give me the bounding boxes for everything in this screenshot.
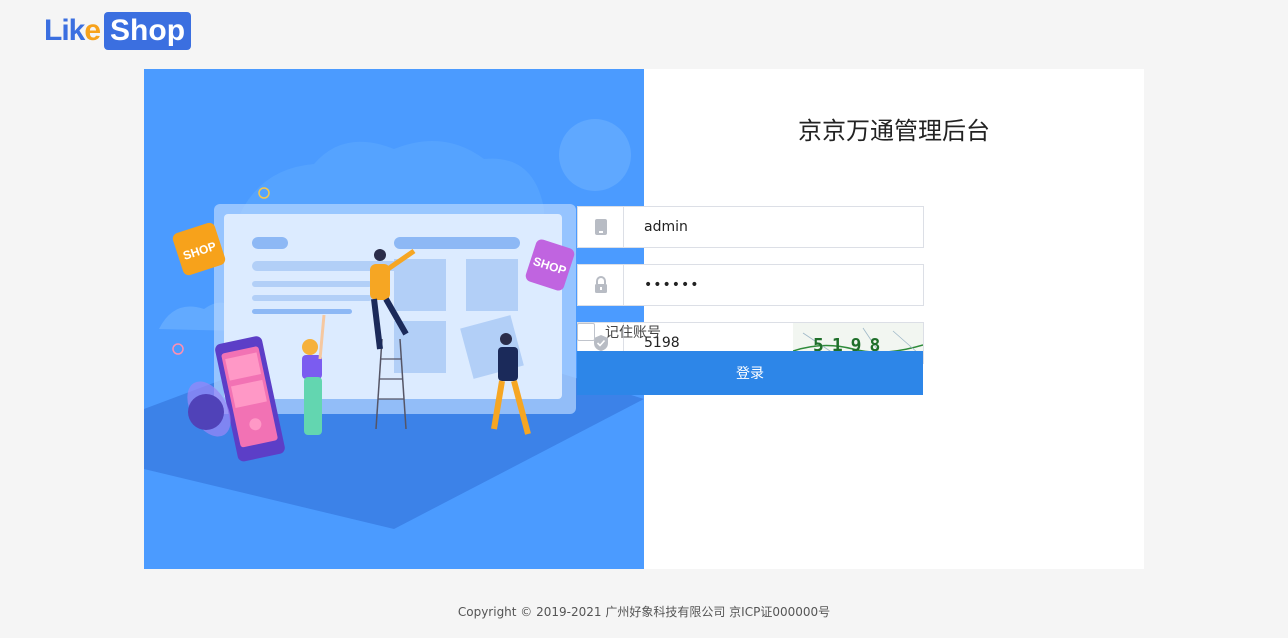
password-input[interactable]: •••••• xyxy=(624,277,923,293)
login-illustration: SHOP SHOP xyxy=(144,69,644,569)
phone-icon xyxy=(578,207,624,247)
logo-like-text: Like xyxy=(44,14,101,47)
remember-row[interactable]: 记住账号 xyxy=(577,322,661,342)
logo-shop-text: Shop xyxy=(104,12,192,50)
username-input[interactable]: admin xyxy=(624,219,923,235)
lock-icon xyxy=(578,265,624,305)
footer-copyright: Copyright © 2019-2021 广州好象科技有限公司 京ICP证00… xyxy=(457,605,831,619)
login-form: 京京万通管理后台 xyxy=(644,69,1144,569)
password-field[interactable]: •••••• xyxy=(577,264,924,306)
login-button[interactable]: 登录 xyxy=(577,351,923,395)
illustration-art: SHOP SHOP xyxy=(144,119,644,529)
login-card: SHOP SHOP 京京万通管理后台 xyxy=(144,69,1144,569)
remember-label[interactable]: 记住账号 xyxy=(605,322,661,342)
remember-checkbox[interactable] xyxy=(577,323,595,341)
page-title: 京京万通管理后台 xyxy=(798,117,990,145)
likeshop-logo: Like Shop xyxy=(44,12,192,50)
username-field[interactable]: admin xyxy=(577,206,924,248)
